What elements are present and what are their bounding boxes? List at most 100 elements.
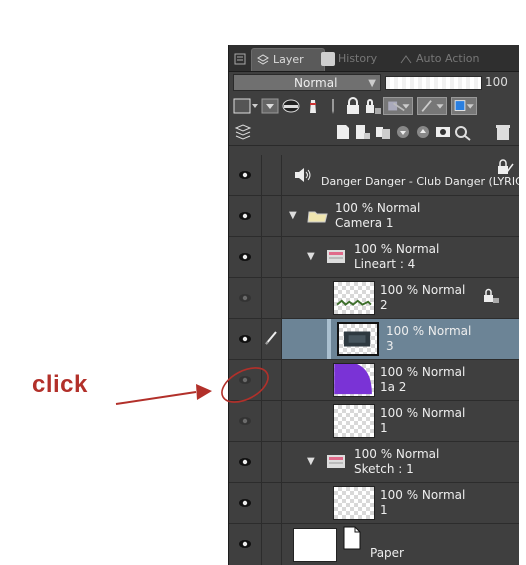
layer-blend: 100 % Normal — [380, 283, 466, 297]
blend-mode-value: Normal — [294, 76, 338, 90]
new-raster-layer-button[interactable] — [333, 123, 353, 141]
clip-icon — [388, 101, 410, 112]
mask-create-icon — [436, 127, 450, 137]
click-annotation-label: click — [32, 371, 88, 398]
chevron-down-icon: ▼ — [368, 78, 376, 89]
layer-blend: 100 % Normal — [380, 365, 466, 379]
chevron-down-icon — [261, 98, 279, 114]
lock-transparent-icon — [482, 288, 500, 304]
layers-stack-icon — [234, 124, 252, 140]
lineart-folder-name: Lineart : 4 — [354, 257, 416, 271]
layer-row-raster-3-selected[interactable]: 100 % Normal 3 — [229, 319, 519, 359]
lock-transparent-button[interactable] — [363, 97, 383, 115]
opacity-slider[interactable] — [385, 76, 482, 90]
speaker-icon — [293, 166, 313, 184]
clip-lower-layer-button[interactable] — [383, 97, 413, 115]
audio-layer-name: Danger Danger - Club Danger (LYRICS) — [321, 175, 519, 188]
layer-blend: 100 % Normal — [380, 406, 466, 420]
trash-icon — [496, 125, 510, 140]
reference-button[interactable] — [303, 97, 323, 115]
eye-icon[interactable] — [235, 329, 255, 349]
apply-mask-icon — [455, 126, 471, 141]
eye-icon[interactable] — [235, 534, 255, 554]
panel-menu-icon — [234, 53, 246, 65]
merge-down-icon — [417, 126, 429, 138]
auto-action-icon — [399, 52, 413, 66]
create-mask-button[interactable] — [433, 123, 453, 141]
layer-row-lineart-folder[interactable]: ▼ 100 % Normal Lineart : 4 — [229, 237, 519, 277]
merge-down-button[interactable] — [413, 123, 433, 141]
paper-thumbnail — [293, 528, 337, 562]
transfer-down-button[interactable] — [393, 123, 413, 141]
transfer-down-icon — [397, 126, 409, 138]
layer-toolbar-bottom — [229, 121, 519, 146]
tab-layer-label: Layer — [273, 53, 304, 66]
layer-color-button[interactable] — [233, 97, 259, 115]
lock-edit-icon — [496, 159, 514, 175]
new-vector-layer-button[interactable] — [353, 123, 373, 141]
folder-icon — [325, 452, 349, 470]
annotation-arrowhead — [196, 384, 212, 400]
layer-color-blue-button[interactable] — [451, 97, 477, 115]
camera-folder-name: Camera 1 — [335, 216, 394, 230]
tab-auto-action[interactable]: Auto Action — [395, 48, 513, 70]
blend-mode-select[interactable]: Normal ▼ — [233, 74, 381, 91]
folder-expand-arrow-icon[interactable]: ▼ — [289, 210, 297, 221]
layer-name: 1a 2 — [380, 380, 407, 394]
layer-name: 1 — [380, 503, 388, 517]
ruler-button[interactable] — [417, 97, 447, 115]
layer-blend: 100 % Normal — [380, 488, 466, 502]
eye-icon[interactable] — [235, 206, 255, 226]
eye-icon[interactable] — [235, 165, 255, 185]
layer-row-camera-folder[interactable]: ▼ 100 % Normal Camera 1 — [229, 196, 519, 236]
new-folder-icon — [376, 127, 390, 139]
layer-thumbnail — [337, 322, 379, 356]
layer-row-raster-1a2[interactable]: 100 % Normal 1a 2 — [229, 360, 519, 400]
apply-mask-button[interactable] — [453, 123, 473, 141]
layer-row-paper[interactable]: Paper — [229, 524, 519, 565]
layer-thumbnail — [333, 281, 375, 315]
pencil-icon — [332, 99, 334, 114]
tab-history[interactable]: History — [317, 48, 397, 70]
lock-button[interactable] — [343, 97, 363, 115]
opacity-value[interactable]: 100 — [485, 75, 508, 89]
layer-name: 2 — [380, 298, 388, 312]
layer-blend: 100 % Normal — [386, 324, 472, 338]
selection-marker — [327, 319, 331, 359]
eye-icon-hidden[interactable] — [235, 411, 255, 431]
ruler-icon — [421, 100, 444, 112]
layer-name: 3 — [386, 339, 394, 353]
folder-expand-arrow-icon[interactable]: ▼ — [307, 251, 315, 262]
layer-color-icon — [233, 98, 258, 114]
delete-layer-button[interactable] — [493, 123, 513, 141]
eye-icon-hidden[interactable] — [235, 288, 255, 308]
new-vector-layer-icon — [356, 125, 370, 139]
mask-button[interactable] — [281, 97, 301, 115]
paper-layer-name: Paper — [370, 546, 404, 560]
lock-icon — [347, 97, 359, 114]
draft-button[interactable] — [323, 97, 343, 115]
eye-icon[interactable] — [235, 493, 255, 513]
new-folder-button[interactable] — [373, 123, 393, 141]
layer-row-raster-2[interactable]: 100 % Normal 2 — [229, 278, 519, 318]
layer-row-audio[interactable]: Danger Danger - Club Danger (LYRICS) — [229, 155, 519, 195]
layer-row-sketch-raster-1[interactable]: 100 % Normal 1 — [229, 483, 519, 523]
folder-expand-arrow-icon[interactable]: ▼ — [307, 456, 315, 467]
layer-thumbnail — [333, 363, 375, 397]
lineart-folder-blend: 100 % Normal — [354, 242, 440, 256]
panel-menu-button[interactable] — [233, 48, 247, 70]
dropdown-button[interactable] — [261, 97, 279, 115]
layers-icon — [256, 53, 270, 67]
eye-icon[interactable] — [235, 247, 255, 267]
tab-layer[interactable]: Layer — [251, 48, 325, 71]
layer-row-raster-1[interactable]: 100 % Normal 1 — [229, 401, 519, 441]
tab-history-label: History — [338, 52, 378, 65]
layer-list-menu-button[interactable] — [233, 123, 253, 141]
layer-thumbnail — [333, 486, 375, 520]
blue-color-icon — [454, 100, 474, 111]
reference-lighthouse-icon — [310, 100, 316, 113]
editing-pen-icon — [263, 329, 281, 347]
layer-row-sketch-folder[interactable]: ▼ 100 % Normal Sketch : 1 — [229, 442, 519, 482]
eye-icon[interactable] — [235, 452, 255, 472]
eye-icon-hidden[interactable] — [235, 370, 255, 390]
